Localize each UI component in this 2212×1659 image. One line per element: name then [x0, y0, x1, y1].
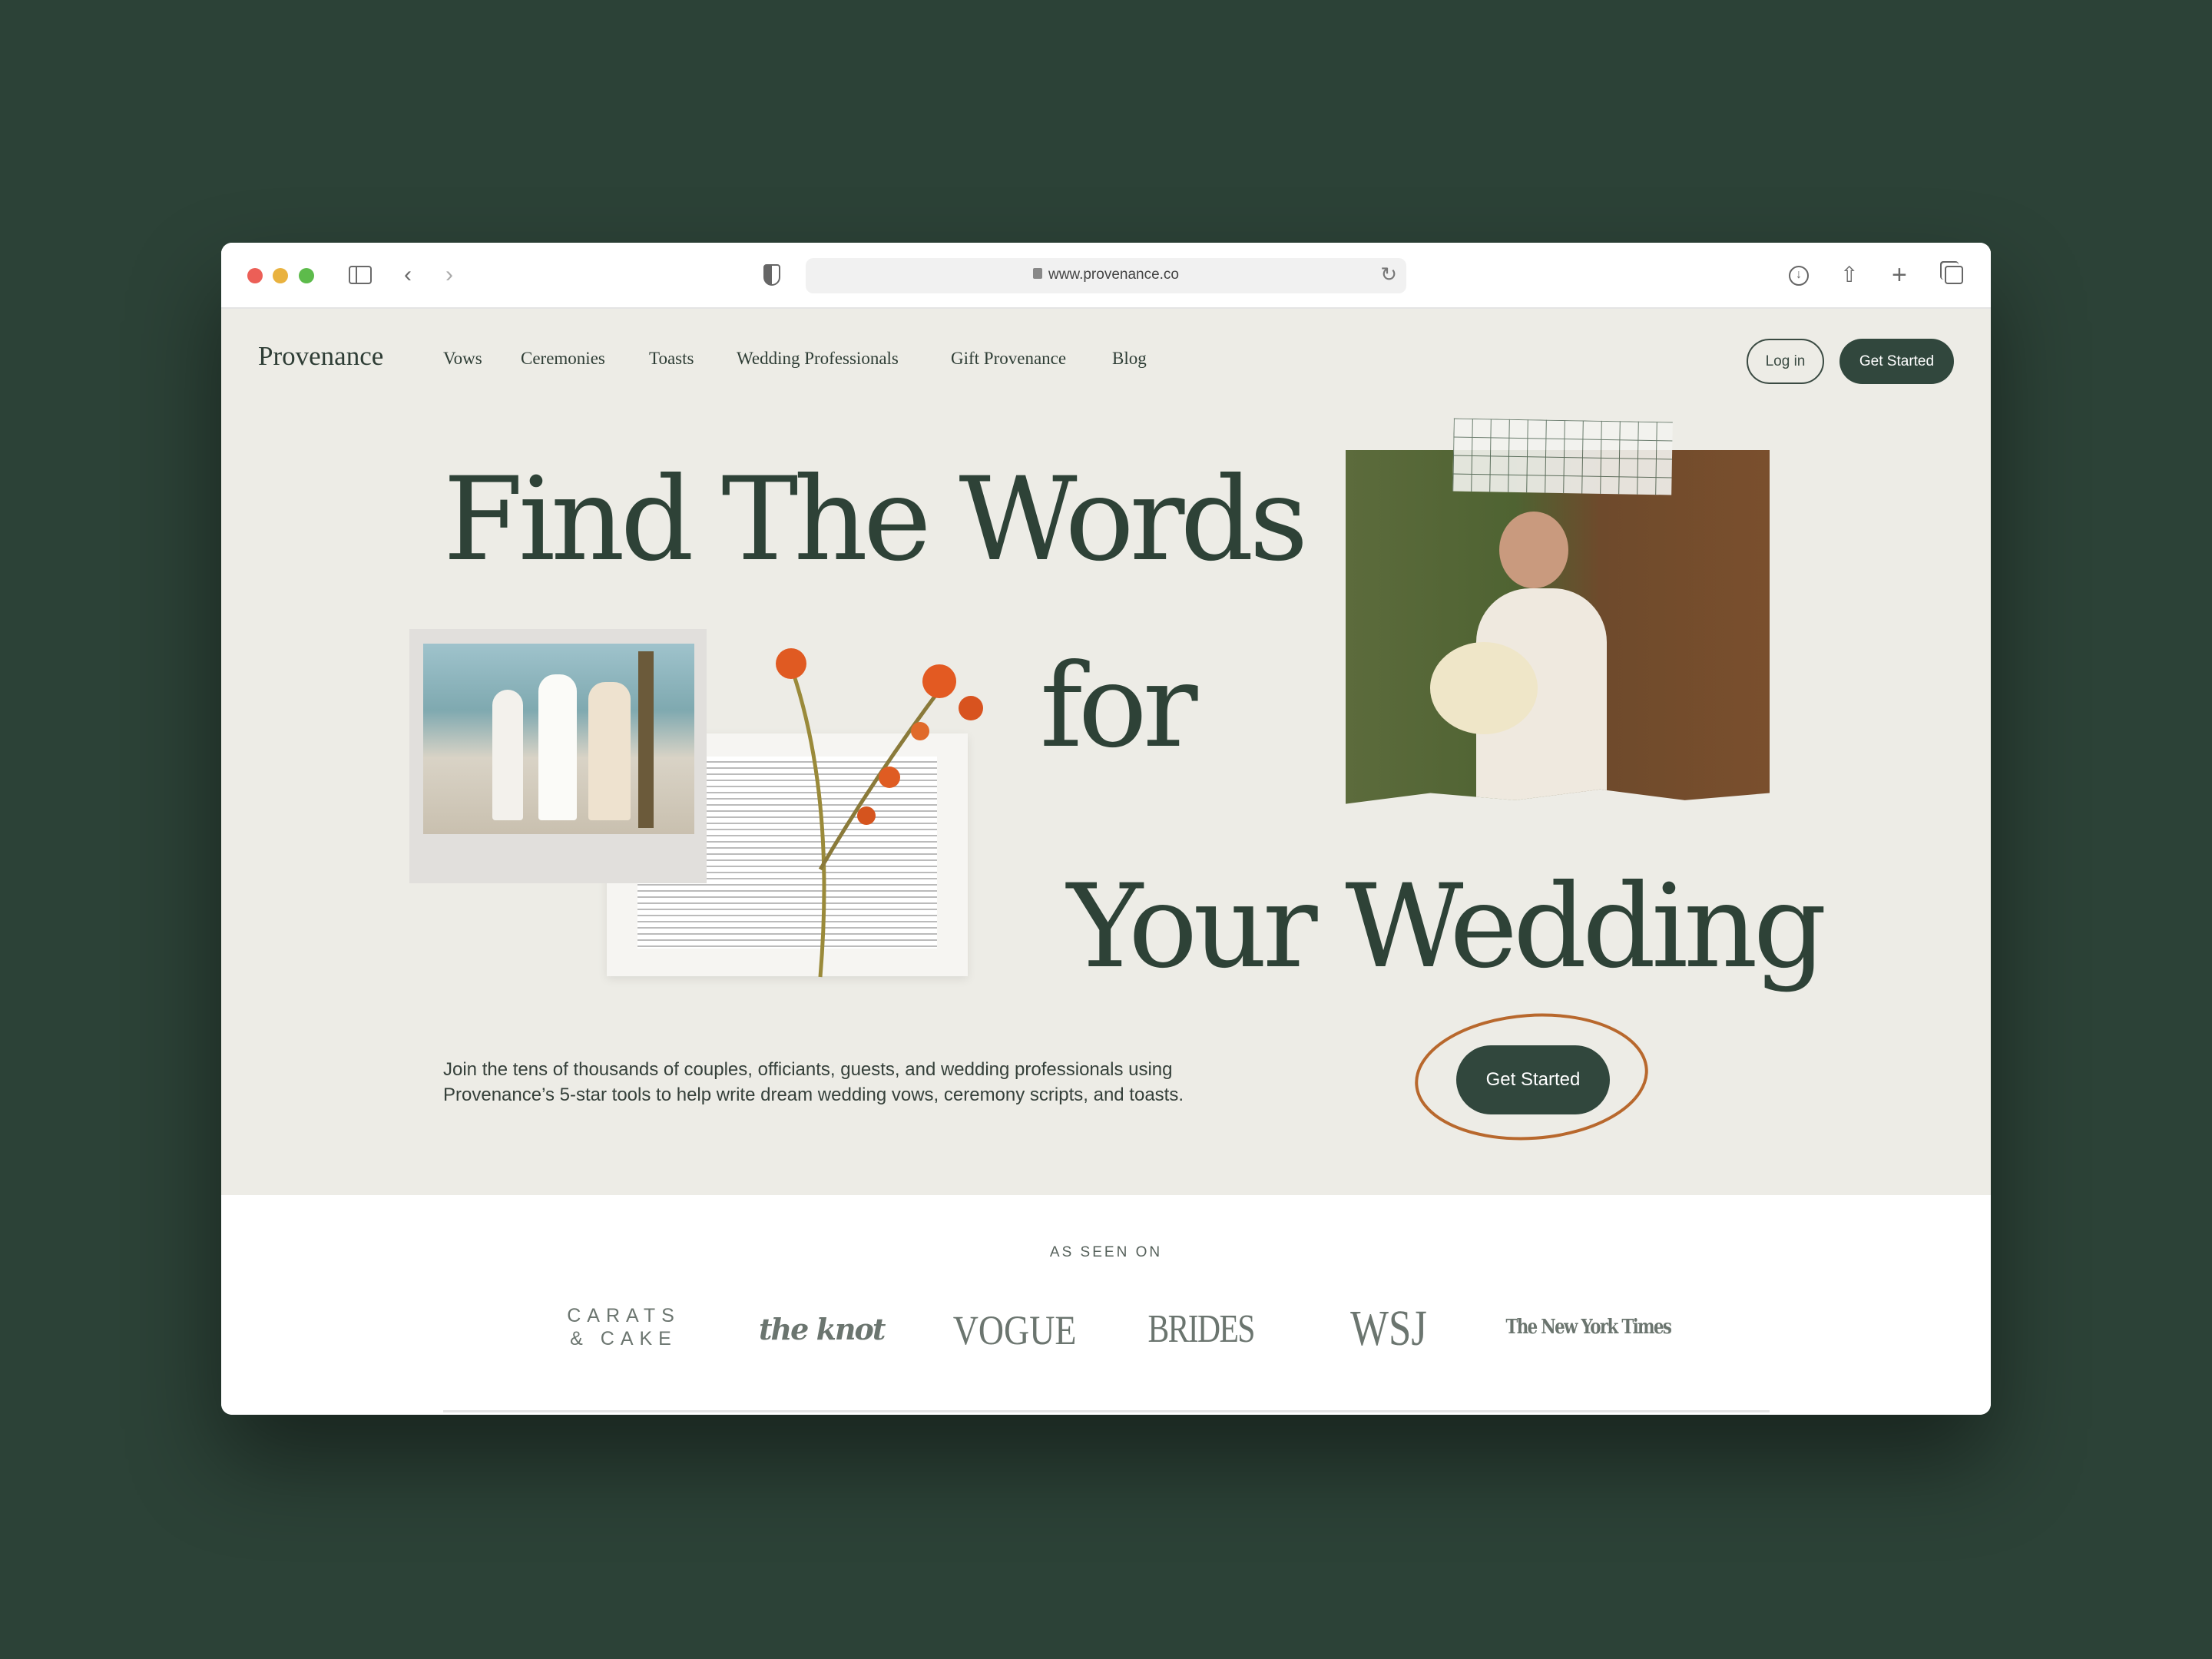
headline-line-1: Find The Words	[443, 453, 1308, 587]
nav-wedding-professionals[interactable]: Wedding Professionals	[737, 349, 899, 369]
close-window-button[interactable]	[247, 268, 263, 283]
hero-description: Join the tens of thousands of couples, o…	[443, 1059, 1184, 1105]
sidebar-icon[interactable]	[349, 266, 372, 284]
logo-brides: BRIDES	[1147, 1307, 1256, 1351]
login-button[interactable]: Log in	[1747, 339, 1824, 384]
nav-ceremonies[interactable]: Ceremonies	[521, 349, 605, 369]
polaroid-frame	[409, 629, 707, 883]
headline-line-3: Your Wedding	[1067, 860, 1827, 994]
lock-icon	[1032, 268, 1042, 279]
logo-wsj: WSJ	[1350, 1300, 1427, 1356]
share-icon[interactable]: ⇧	[1840, 260, 1858, 290]
minimize-window-button[interactable]	[273, 268, 288, 283]
logo-vogue: VOGUE	[952, 1307, 1077, 1353]
forward-icon[interactable]: ›	[445, 260, 453, 290]
divider	[443, 1410, 1770, 1412]
press-heading: AS SEEN ON	[1049, 1244, 1163, 1260]
grid-tape	[1452, 418, 1673, 495]
url-text: www.provenance.co	[1048, 267, 1180, 283]
logo-the-knot: the knot	[759, 1312, 886, 1346]
browser-window: ‹ › www.provenance.co ↻ ↓ ⇧ + Provenance…	[221, 243, 1991, 1415]
rosehip-flowers	[774, 639, 1020, 992]
press-section: AS SEEN ON CARATS & CAKE the knot VOGUE …	[221, 1195, 1991, 1415]
browser-toolbar: ‹ › www.provenance.co ↻ ↓ ⇧ +	[221, 243, 1991, 309]
tabs-overview-icon[interactable]	[1945, 266, 1963, 284]
address-bar[interactable]: www.provenance.co ↻	[806, 258, 1406, 293]
logo-carats-cake: CARATS & CAKE	[567, 1305, 680, 1349]
shield-icon[interactable]	[763, 264, 780, 286]
back-icon[interactable]: ‹	[404, 260, 412, 290]
hero-section: Provenance Vows Ceremonies Toasts Weddin…	[221, 309, 1991, 1195]
nav-blog[interactable]: Blog	[1112, 349, 1147, 369]
nav-vows[interactable]: Vows	[443, 349, 482, 369]
nav-get-started-button[interactable]: Get Started	[1839, 339, 1954, 384]
zoom-window-button[interactable]	[299, 268, 314, 283]
nav-toasts[interactable]: Toasts	[649, 349, 694, 369]
download-icon[interactable]: ↓	[1789, 266, 1809, 286]
logo-nyt: The New York Times	[1505, 1316, 1672, 1339]
headline-line-2: for	[1040, 640, 1198, 773]
brand-logo[interactable]: Provenance	[258, 341, 383, 372]
reload-icon[interactable]: ↻	[1380, 263, 1397, 286]
bride-reading-vows-photo	[1346, 450, 1770, 804]
beach-wedding-photo	[423, 644, 694, 834]
new-tab-icon[interactable]: +	[1892, 260, 1907, 290]
nav-gift-provenance[interactable]: Gift Provenance	[951, 349, 1066, 369]
hero-get-started-button[interactable]: Get Started	[1456, 1045, 1610, 1114]
